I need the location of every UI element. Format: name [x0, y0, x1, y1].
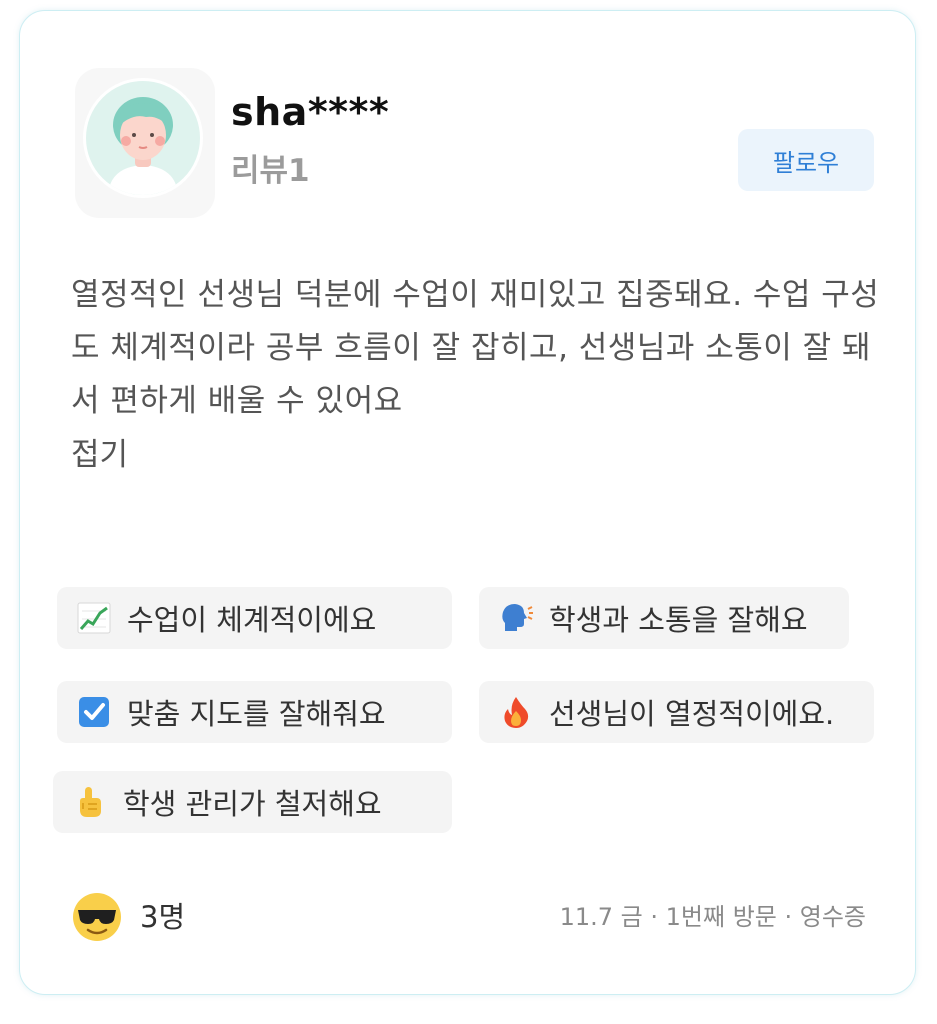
review-text: 열정적인 선생님 덕분에 수업이 재미있고 집중돼요. 수업 구성도 체계적이라… [71, 277, 880, 419]
tag-label: 맞춤 지도를 잘해줘요 [127, 697, 386, 731]
tag-label: 학생 관리가 철저해요 [123, 787, 382, 821]
tag-chip: 선생님이 열정적이에요. [479, 681, 874, 743]
reaction-count: 3명 [140, 900, 186, 934]
follow-button[interactable]: 팔로우 [738, 129, 874, 191]
chart-increasing-icon [77, 601, 111, 635]
tag-chip: 학생과 소통을 잘해요 [479, 587, 849, 649]
speaking-head-icon [499, 601, 533, 635]
check-box-icon [77, 695, 111, 729]
tag-chip: 학생 관리가 철저해요 [53, 771, 452, 833]
username[interactable]: sha**** [231, 89, 389, 135]
visit-info: 11.7 금 · 1번째 방문 · 영수증 [559, 903, 866, 931]
avatar[interactable] [75, 68, 215, 218]
tag-label: 수업이 체계적이에요 [127, 603, 377, 637]
collapse-link[interactable]: 접기 [71, 429, 128, 482]
review-card: sha**** 리뷰1 팔로우 열정적인 선생님 덕분에 수업이 재미있고 집중… [19, 10, 916, 995]
tag-chip: 수업이 체계적이에요 [57, 587, 452, 649]
fire-icon [499, 695, 533, 729]
tag-label: 학생과 소통을 잘해요 [549, 603, 808, 637]
user-avatar-icon [83, 78, 203, 198]
tag-label: 선생님이 열정적이에요. [549, 697, 835, 731]
tag-chip: 맞춤 지도를 잘해줘요 [57, 681, 452, 743]
sunglasses-face-icon[interactable] [71, 891, 123, 943]
review-count: 리뷰1 [231, 153, 310, 189]
pointing-up-icon [73, 785, 107, 819]
